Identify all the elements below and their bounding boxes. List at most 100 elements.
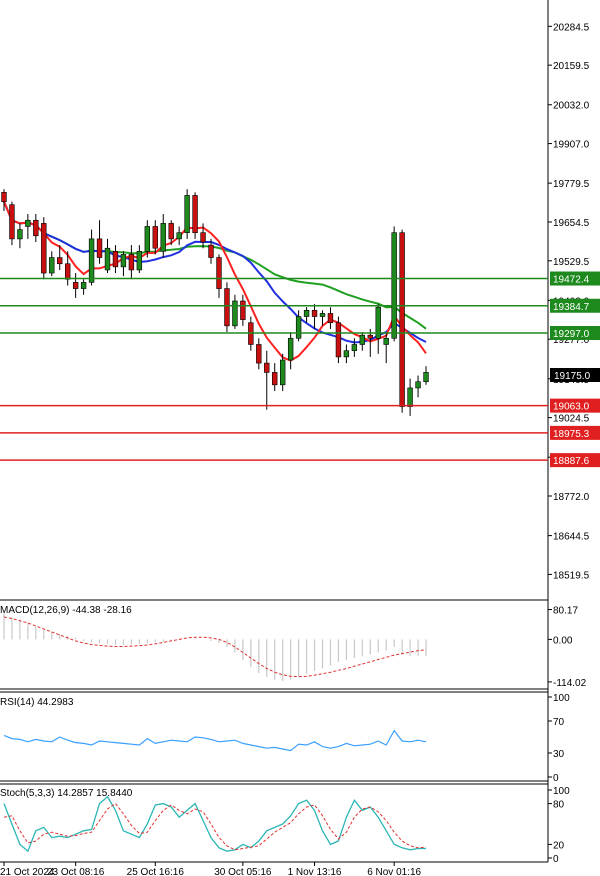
candle-down [327,313,334,324]
macd-title: MACD(12,26,9) -44.38 -28.16 [0,605,132,616]
candle-up [415,381,421,389]
stoch-title: Stoch(5,3,3) 14.2857 15.8440 [0,788,133,799]
candle-up [383,337,389,345]
rsi-line [3,729,427,752]
time-axis: 21 Oct 202423 Oct 08:16 25 Oct 16:16 30 Oc… [0,862,422,876]
price-tick-label: 19529.5 [553,257,590,268]
candle-up [17,229,23,240]
candle-down [64,263,71,280]
candle-down [33,219,39,237]
candle-up [160,223,166,252]
candle-down [41,223,47,274]
candle-down [1,192,7,202]
candle-down [367,334,373,339]
stoch-k-line [3,795,426,853]
rsi-axis: 100 70 30 0 [548,693,570,784]
candle-up [176,232,182,240]
price-tick-label: 19024.5 [553,414,590,425]
candle-down [200,232,206,243]
candle-down [311,310,318,317]
stoch-tick-label: 80 [553,800,565,811]
candle-up [144,226,151,252]
price-tick-label: 20032.0 [553,101,590,112]
candle-down [399,232,405,407]
candle-down [112,251,119,268]
rsi-tick-label: 100 [553,693,570,704]
macd-tick-label: -114.02 [553,678,587,689]
candle-down [57,257,63,265]
time-tick-label: 25 Oct 16:16 [127,867,185,876]
price-tick-label: 18519.5 [553,570,590,581]
candle-up [423,372,429,383]
chart-canvas: 20284.5 20159.5 20032.0 19907.0 19779.5 19654… [0,0,600,876]
current-price-label: 19175.0 [554,371,591,382]
price-tick-label: 18772.0 [553,492,590,503]
price-level-label: 19063.0 [553,402,590,413]
price-tick-label: 18644.5 [553,532,590,543]
candle-down [96,238,103,258]
time-tick-label: 23 Oct 08:16 [47,867,105,876]
macd-axis: 80.17 0.00 -114.02 [548,606,587,689]
price-tick-label: 19907.0 [553,140,590,151]
time-tick-label: 30 Oct 05:16 [214,867,272,876]
candle-up [303,310,310,317]
price-tick-label: 19654.5 [553,218,590,229]
price-tick-label: 20159.5 [553,61,590,72]
rsi-tick-label: 0 [553,773,559,784]
rsi-tick-label: 70 [553,717,565,728]
candle-up [80,282,87,289]
candle-up [232,300,238,327]
stoch-axis: 100 80 20 0 [548,786,570,865]
candle-up [279,359,286,386]
price-tick-label: 19779.5 [553,179,590,190]
candle-up [136,251,143,271]
rsi-title: RSI(14) 44.2983 [0,697,74,708]
candle-up [319,313,326,317]
price-levels: 19472.4 19384.7 19297.0 19063.0 18975.3 18887… [0,271,600,468]
time-tick-label: 1 Nov 13:16 [288,867,342,876]
candle-down [256,344,262,364]
candle-down [272,372,278,386]
candle-down [208,244,214,258]
candle-up [391,232,397,339]
candle-down [264,362,270,373]
candle-up [184,195,190,233]
macd-tick-label: 0.00 [553,635,573,646]
rsi-tick-label: 30 [553,749,565,760]
price-level-label: 18887.6 [553,456,590,467]
candle-up [407,387,413,407]
price-level-label: 19472.4 [553,275,590,286]
candle-down [240,300,246,320]
candle-up [120,254,127,268]
stoch-tick-label: 0 [553,854,559,865]
price-level-label: 19297.0 [553,329,590,340]
candle-down [9,204,15,240]
candle-up [49,257,55,274]
candle-down [335,322,342,358]
time-tick-label: 6 Nov 01:16 [367,867,421,876]
current-price-tag: 19175.0 [550,368,600,382]
candle-down [224,288,230,327]
candle-up [88,238,95,283]
stoch-tick-label: 100 [553,786,570,797]
candles [1,189,429,416]
candle-up [104,247,111,271]
candle-down [152,226,158,249]
stoch-tick-label: 20 [553,840,565,851]
price-level-label: 18975.3 [553,429,590,440]
candle-down [216,257,222,289]
macd-tick-label: 80.17 [553,606,578,617]
panel-frames [0,0,549,863]
candle-up [359,334,366,345]
candle-down [192,195,198,233]
price-tick-label: 20284.5 [553,22,590,33]
candle-up [295,316,302,339]
candle-down [168,223,174,240]
macd-histogram [3,613,427,682]
candle-up [343,350,350,358]
price-level-label: 19384.7 [553,302,590,313]
candle-down [128,254,135,271]
candle-up [351,344,358,351]
candle-up [287,337,294,361]
candle-down [72,282,79,289]
